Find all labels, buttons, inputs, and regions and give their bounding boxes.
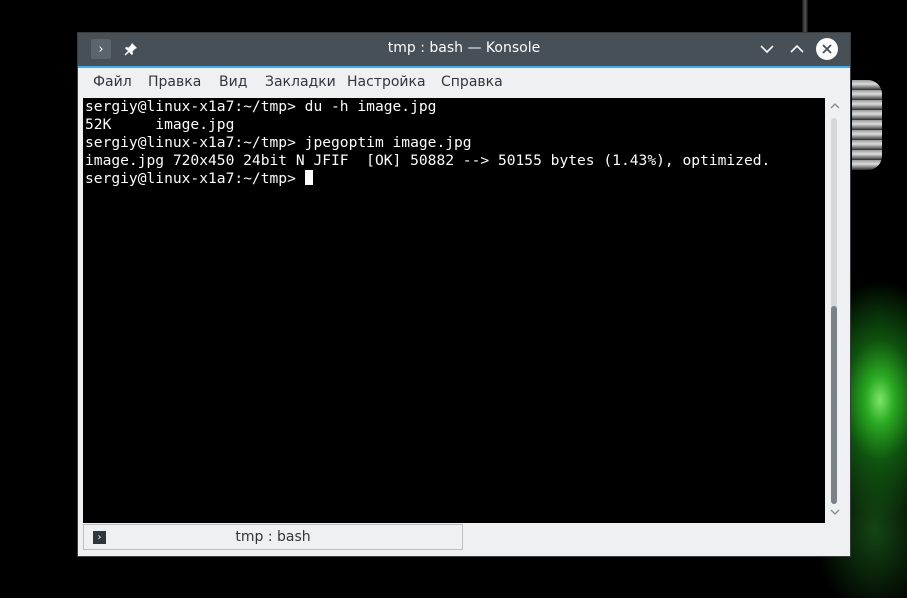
menu-settings[interactable]: Настройка <box>347 74 426 90</box>
titlebar[interactable]: › tmp : bash — Konsole <box>78 33 850 68</box>
scroll-up-button[interactable] <box>825 100 844 114</box>
close-icon <box>822 44 832 54</box>
menu-edit[interactable]: Правка <box>148 74 201 90</box>
window-title: tmp : bash — Konsole <box>387 40 541 56</box>
terminal-scrollbar[interactable] <box>825 98 844 523</box>
menu-bookmarks[interactable]: Закладки <box>265 74 336 90</box>
chevron-down-icon <box>760 45 774 54</box>
chevron-down-icon <box>830 509 839 515</box>
menu-view[interactable]: Вид <box>219 74 247 90</box>
maximize-button[interactable] <box>787 39 807 59</box>
terminal-output[interactable]: sergiy@linux-x1a7:~/tmp> du -h image.jpg… <box>83 98 825 523</box>
wallpaper-bulb-base <box>852 80 882 170</box>
tab-label: tmp : bash <box>235 529 311 545</box>
menu-help[interactable]: Справка <box>441 74 503 90</box>
minimize-button[interactable] <box>757 39 777 59</box>
scroll-thumb[interactable] <box>831 306 837 504</box>
menubar: Файл Правка Вид Закладки Настройка Справ… <box>78 68 850 98</box>
chevron-up-icon <box>830 103 839 109</box>
terminal-line: 52K image.jpg <box>85 116 235 133</box>
tab-tmp-bash[interactable]: › tmp : bash <box>83 524 463 550</box>
terminal-line: image.jpg 720x450 24bit N JFIF [OK] 5088… <box>85 152 771 169</box>
menu-file[interactable]: Файл <box>93 74 132 90</box>
close-button[interactable] <box>816 38 838 60</box>
tab-bar: › tmp : bash <box>78 523 850 556</box>
terminal-prompt: sergiy@linux-x1a7:~/tmp> <box>85 170 305 187</box>
chevron-up-icon <box>790 44 804 53</box>
terminal-prompt-line: sergiy@linux-x1a7:~/tmp> <box>85 170 825 188</box>
terminal-line: sergiy@linux-x1a7:~/tmp> jpegoptim image… <box>85 134 472 151</box>
konsole-window: › tmp : bash — Konsole Файл Правка Вид З… <box>77 32 851 557</box>
terminal-cursor <box>304 170 313 185</box>
scroll-down-button[interactable] <box>825 507 844 521</box>
terminal-line: sergiy@linux-x1a7:~/tmp> du -h image.jpg <box>85 98 437 115</box>
